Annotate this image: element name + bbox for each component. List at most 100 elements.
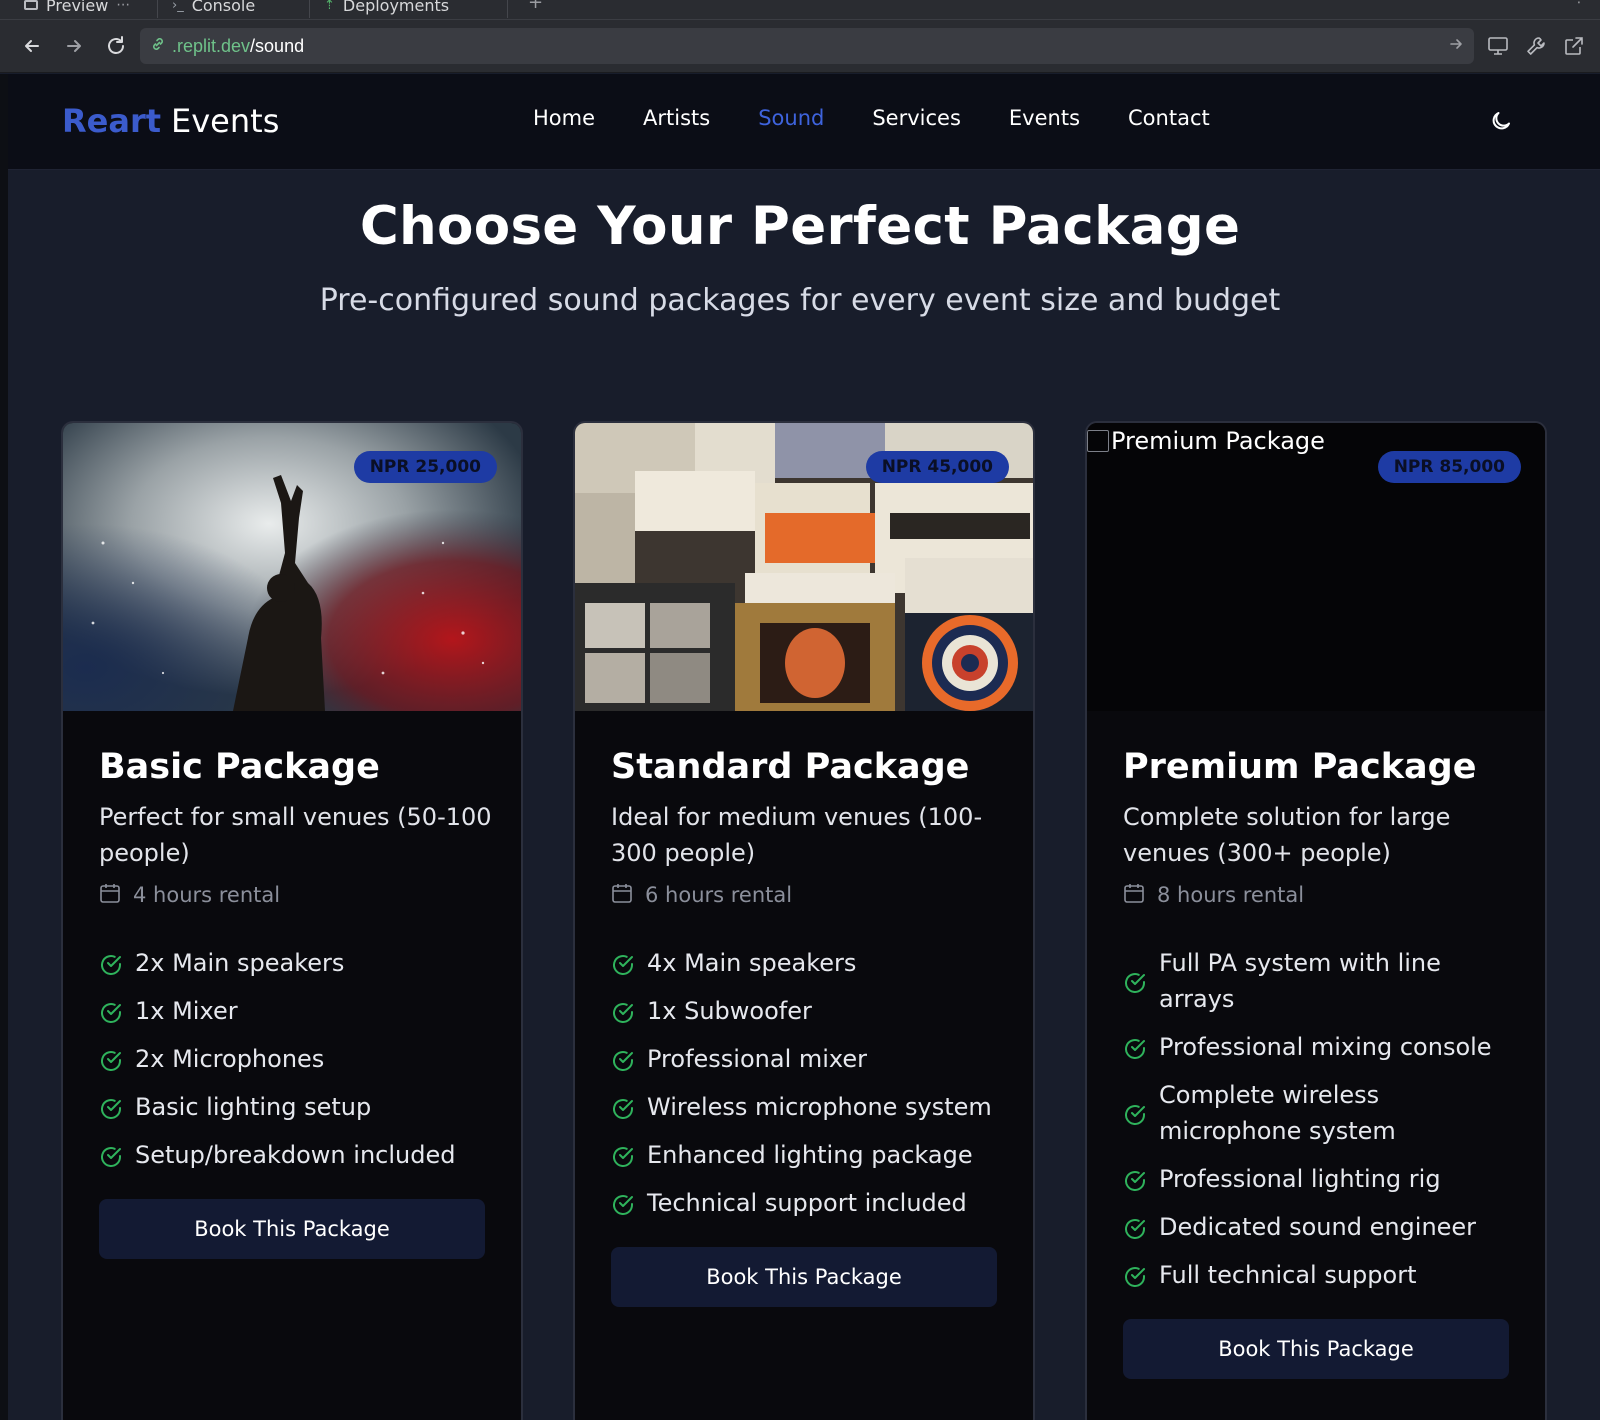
feature-item: Complete wireless microphone system — [1123, 1077, 1523, 1149]
reload-icon[interactable] — [102, 32, 130, 60]
console-icon: ›_ — [172, 0, 184, 13]
overflow-menu-icon[interactable]: ⋮ — [1572, 0, 1586, 6]
price-text: NPR 85,000 — [1393, 457, 1505, 477]
feature-list: 4x Main speakers 1x Subwoofer Profession… — [611, 945, 1011, 1221]
feature-text: 2x Microphones — [135, 1045, 325, 1073]
tab-console[interactable]: ›_ Console — [158, 0, 310, 18]
check-circle-icon — [1123, 1263, 1147, 1287]
package-title: Standard Package — [611, 747, 970, 787]
feature-item: Basic lighting setup — [99, 1089, 499, 1125]
book-package-button[interactable]: Book This Package — [1123, 1319, 1509, 1379]
package-description: Ideal for medium venues (100-300 people) — [611, 803, 983, 867]
calendar-icon — [611, 882, 633, 909]
tab-label: Preview — [46, 0, 109, 15]
nav-home[interactable]: Home — [533, 106, 595, 130]
check-circle-icon — [1123, 969, 1147, 993]
nav-services[interactable]: Services — [872, 106, 961, 130]
feature-item: 1x Subwoofer — [611, 993, 1011, 1029]
tab-deployments[interactable]: ⇡ Deployments — [310, 0, 508, 18]
feature-text: Basic lighting setup — [135, 1093, 372, 1121]
feature-text: Setup/breakdown included — [135, 1141, 456, 1169]
tab-label: Console — [191, 0, 256, 15]
check-circle-icon — [611, 1095, 635, 1119]
go-arrow-icon[interactable] — [1448, 36, 1464, 57]
check-circle-icon — [1123, 1101, 1147, 1125]
feature-text: 1x Mixer — [135, 997, 238, 1025]
moon-icon[interactable] — [1486, 106, 1516, 136]
check-circle-icon — [99, 951, 123, 975]
feature-item: Enhanced lighting package — [611, 1137, 1011, 1173]
feature-item: Professional mixing console — [1123, 1029, 1523, 1065]
book-package-button[interactable]: Book This Package — [99, 1199, 485, 1259]
feature-item: Full PA system with line arrays — [1123, 945, 1523, 1017]
feature-item: 2x Microphones — [99, 1041, 499, 1077]
url-field[interactable]: .replit.dev/sound — [140, 28, 1474, 64]
package-title: Basic Package — [99, 747, 380, 787]
rental-duration: 4 hours rental — [133, 883, 281, 907]
package-card-basic: NPR 25,000 Basic Package Perfect for sma… — [61, 421, 523, 1420]
price-badge: NPR 45,000 — [865, 451, 1009, 483]
feature-item: Dedicated sound engineer — [1123, 1209, 1523, 1245]
preview-icon — [24, 0, 38, 10]
book-package-button[interactable]: Book This Package — [611, 1247, 997, 1307]
card-body: Standard Package Ideal for medium venues… — [611, 745, 1011, 1307]
brand-logo[interactable]: Reart Events — [62, 102, 279, 140]
rental-duration: 8 hours rental — [1157, 883, 1305, 907]
rental-info: 8 hours rental — [1123, 877, 1523, 913]
package-card-standard: NPR 45,000 Standard Package Ideal for me… — [573, 421, 1035, 1420]
feature-text: Full PA system with line arrays — [1159, 949, 1441, 1013]
check-circle-icon — [1123, 1035, 1147, 1059]
package-description: Complete solution for large venues (300+… — [1123, 803, 1451, 867]
feature-item: 4x Main speakers — [611, 945, 1011, 981]
rental-duration: 6 hours rental — [645, 883, 793, 907]
page-subtitle: Pre-configured sound packages for every … — [319, 283, 1281, 318]
feature-text: Dedicated sound engineer — [1159, 1213, 1477, 1241]
feature-text: 1x Subwoofer — [647, 997, 812, 1025]
check-circle-icon — [611, 1143, 635, 1167]
rental-info: 6 hours rental — [611, 877, 1011, 913]
check-circle-icon — [1123, 1167, 1147, 1191]
wrench-icon[interactable] — [1522, 32, 1550, 60]
feature-item: Setup/breakdown included — [99, 1137, 499, 1173]
deploy-icon: ⇡ — [324, 0, 335, 13]
open-external-icon[interactable] — [1560, 32, 1588, 60]
feature-text: Full technical support — [1159, 1261, 1417, 1289]
nav-events[interactable]: Events — [1009, 106, 1080, 130]
check-circle-icon — [611, 1191, 635, 1215]
rental-info: 4 hours rental — [99, 877, 499, 913]
main-nav: Home Artists Sound Services Events Conta… — [533, 106, 1258, 130]
feature-item: 2x Main speakers — [99, 945, 499, 981]
nav-sound[interactable]: Sound — [758, 106, 824, 130]
check-circle-icon — [611, 951, 635, 975]
feature-text: Complete wireless microphone system — [1159, 1081, 1396, 1145]
new-tab-icon[interactable]: + — [528, 0, 543, 13]
image-alt-text: Premium Package — [1111, 427, 1325, 455]
package-title: Premium Package — [1123, 747, 1477, 787]
brand-main: Reart — [62, 102, 162, 140]
device-preview-icon[interactable] — [1484, 32, 1512, 60]
feature-text: Professional lighting rig — [1159, 1165, 1441, 1193]
back-arrow-icon[interactable] — [18, 32, 46, 60]
nav-artists[interactable]: Artists — [643, 106, 710, 130]
check-circle-icon — [99, 1047, 123, 1071]
url-domain: .replit.dev — [172, 35, 251, 56]
preview-frame-edge — [0, 74, 8, 1420]
feature-text: 4x Main speakers — [647, 949, 857, 977]
tab-preview[interactable]: Preview ⋯ — [10, 0, 158, 18]
forward-arrow-icon[interactable] — [60, 32, 88, 60]
price-text: NPR 45,000 — [881, 457, 993, 477]
feature-text: Enhanced lighting package — [647, 1141, 973, 1169]
feature-item: Wireless microphone system — [611, 1089, 1011, 1125]
link-icon — [150, 36, 166, 57]
check-circle-icon — [611, 1047, 635, 1071]
price-badge: NPR 25,000 — [353, 451, 497, 483]
more-icon[interactable]: ⋯ — [116, 0, 130, 13]
feature-text: Wireless microphone system — [647, 1093, 992, 1121]
site-header: Reart Events Home Artists Sound Services … — [8, 74, 1600, 170]
feature-text: Professional mixer — [647, 1045, 868, 1073]
feature-list: Full PA system with line arrays Professi… — [1123, 945, 1523, 1293]
check-circle-icon — [99, 999, 123, 1023]
nav-contact[interactable]: Contact — [1128, 106, 1210, 130]
calendar-icon — [99, 882, 121, 909]
broken-image-icon — [1087, 430, 1109, 452]
